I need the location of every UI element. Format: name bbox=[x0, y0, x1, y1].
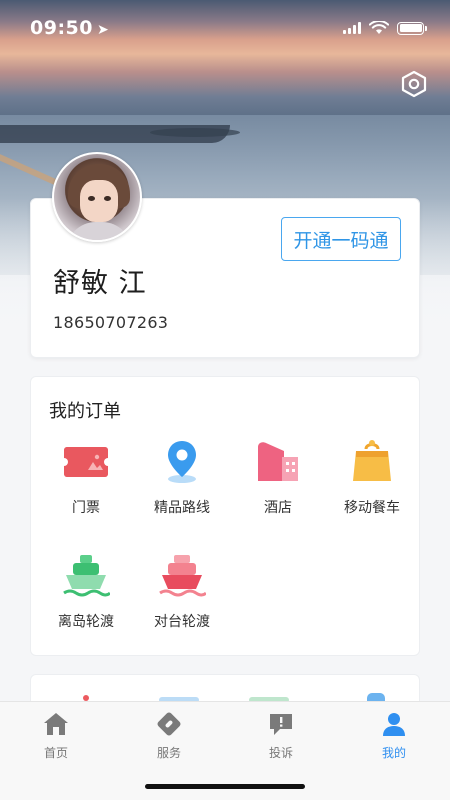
hotel-icon bbox=[258, 442, 298, 481]
tab-label: 投诉 bbox=[268, 746, 293, 760]
order-item-label: 门票 bbox=[72, 500, 100, 516]
complaint-chat-icon bbox=[270, 714, 292, 735]
orders-title: 我的订单 bbox=[49, 401, 121, 422]
order-item-label: 精品路线 bbox=[154, 500, 210, 516]
profile-user-icon bbox=[383, 713, 405, 736]
ticket-icon bbox=[62, 447, 110, 477]
order-item-label: 对台轮渡 bbox=[154, 614, 210, 630]
settings-hexagon-icon bbox=[401, 70, 427, 98]
cellular-signal-icon bbox=[343, 22, 361, 34]
status-time-wrap: 09:50 ➤ bbox=[30, 17, 109, 39]
food-cart-icon bbox=[353, 440, 391, 481]
home-indicator bbox=[145, 784, 305, 789]
tab-home[interactable]: 首页 bbox=[0, 710, 112, 766]
settings-button[interactable] bbox=[398, 68, 430, 100]
order-item-island-ferry[interactable]: 离岛轮渡 bbox=[37, 551, 135, 647]
tab-label: 服务 bbox=[156, 746, 181, 760]
tab-complaints[interactable]: 投诉 bbox=[225, 710, 337, 766]
order-item-label: 移动餐车 bbox=[344, 500, 400, 516]
battery-icon bbox=[397, 21, 427, 35]
avatar[interactable] bbox=[52, 152, 142, 242]
status-indicators bbox=[343, 21, 427, 35]
my-orders-card: 我的订单 门票 精品路线 酒店 移动餐车 离岛轮渡 对台轮渡 bbox=[30, 376, 420, 656]
location-arrow-icon: ➤ bbox=[96, 22, 110, 38]
status-bar: 09:50 ➤ bbox=[0, 0, 450, 56]
tab-label: 首页 bbox=[43, 746, 68, 760]
open-code-pass-button[interactable]: 开通一码通 bbox=[281, 217, 401, 261]
service-tag-icon bbox=[157, 712, 181, 736]
ferry-red-icon bbox=[159, 555, 206, 597]
route-pin-icon bbox=[168, 441, 196, 483]
order-item-label: 离岛轮渡 bbox=[58, 614, 114, 630]
ferry-green-icon bbox=[63, 555, 110, 597]
status-time: 09:50 bbox=[30, 17, 93, 39]
order-item-tickets[interactable]: 门票 bbox=[37, 437, 135, 533]
order-item-food-cart[interactable]: 移动餐车 bbox=[323, 437, 421, 533]
order-item-hotel[interactable]: 酒店 bbox=[229, 437, 327, 533]
order-item-label: 酒店 bbox=[264, 500, 292, 516]
tab-mine[interactable]: 我的 bbox=[338, 710, 450, 766]
tab-services[interactable]: 服务 bbox=[113, 710, 225, 766]
home-icon bbox=[44, 713, 68, 735]
order-item-routes[interactable]: 精品路线 bbox=[133, 437, 231, 533]
user-name: 舒敏 江 bbox=[53, 268, 147, 299]
order-item-taiwan-ferry[interactable]: 对台轮渡 bbox=[133, 551, 231, 647]
tab-label: 我的 bbox=[381, 746, 406, 760]
wifi-icon bbox=[369, 21, 389, 34]
user-phone: 18650707263 bbox=[53, 313, 169, 332]
